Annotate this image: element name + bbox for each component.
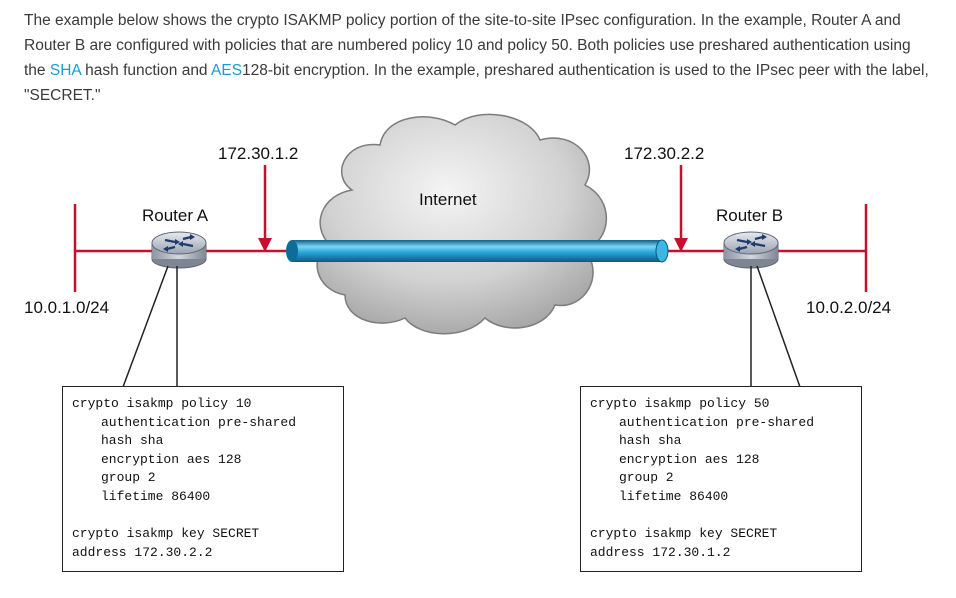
config-line: address 172.30.2.2	[72, 544, 213, 560]
internet-cloud	[316, 113, 608, 335]
config-line: crypto isakmp policy 50	[590, 396, 770, 411]
router-a-config: crypto isakmp policy 10 authentication p…	[62, 386, 344, 572]
config-line: crypto isakmp key SECRET	[72, 526, 260, 542]
callout-b	[750, 265, 801, 388]
internet-label: Internet	[419, 190, 477, 209]
router-a-icon	[151, 231, 207, 269]
router-a-peer-ip: 172.30.1.2	[218, 144, 299, 163]
config-spacer	[590, 507, 851, 526]
config-line: lifetime 86400	[619, 488, 729, 504]
router-b-config: crypto isakmp policy 50 authentication p…	[580, 386, 862, 572]
config-line: encryption aes 128	[619, 451, 760, 467]
config-line: authentication pre-shared	[101, 414, 297, 430]
config-line: hash sha	[619, 433, 682, 449]
config-line: address 172.30.1.2	[590, 544, 731, 560]
config-line: lifetime 86400	[101, 488, 211, 504]
config-line: crypto isakmp key SECRET	[590, 526, 778, 542]
vpn-tunnel	[286, 239, 669, 263]
router-a-label: Router A	[142, 206, 209, 225]
router-b-icon	[723, 231, 779, 269]
router-b-peer-ip: 172.30.2.2	[624, 144, 705, 163]
lan-a-subnet: 10.0.1.0/24	[24, 298, 110, 317]
peer-ip-b-arrow	[674, 165, 688, 252]
peer-ip-a-arrow	[258, 165, 272, 252]
config-line: group 2	[101, 470, 156, 486]
config-line: group 2	[619, 470, 674, 486]
lan-b-subnet: 10.0.2.0/24	[806, 298, 892, 317]
callout-a	[122, 265, 178, 388]
config-spacer	[72, 507, 333, 526]
config-line: hash sha	[101, 433, 164, 449]
config-line: authentication pre-shared	[619, 414, 815, 430]
config-line: encryption aes 128	[101, 451, 242, 467]
router-b-label: Router B	[716, 206, 784, 225]
config-line: crypto isakmp policy 10	[72, 396, 252, 411]
